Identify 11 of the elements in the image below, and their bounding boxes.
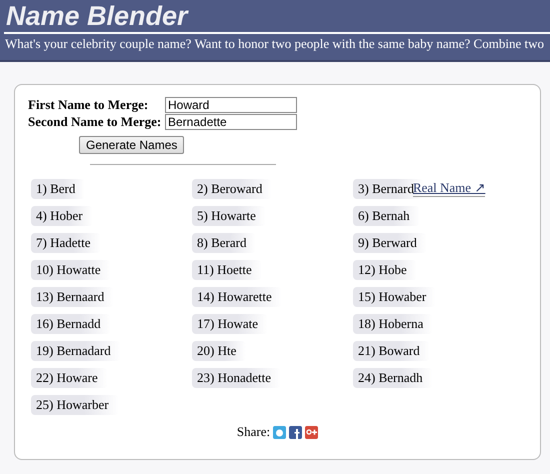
share-label: Share: — [236, 424, 270, 440]
name-input[interactable]: Bernadette — [165, 114, 297, 130]
page-title: Name Blender — [5, 0, 190, 32]
subtitle: What's your celebrity couple name? Want to honor two people with the same baby name? Combine two — [4, 35, 545, 52]
real-name-link[interactable]: Real Name ↗ — [412, 180, 486, 197]
field-label: Second Name to Merge: — [28, 114, 162, 130]
name-result: 1) Berd — [31, 178, 86, 198]
name-result: 20) Hte — [192, 340, 246, 360]
generate-names-button[interactable]: Generate Names — [79, 136, 184, 154]
field-label: First Name to Merge: — [28, 97, 150, 113]
name-input[interactable]: Howard — [165, 97, 297, 113]
